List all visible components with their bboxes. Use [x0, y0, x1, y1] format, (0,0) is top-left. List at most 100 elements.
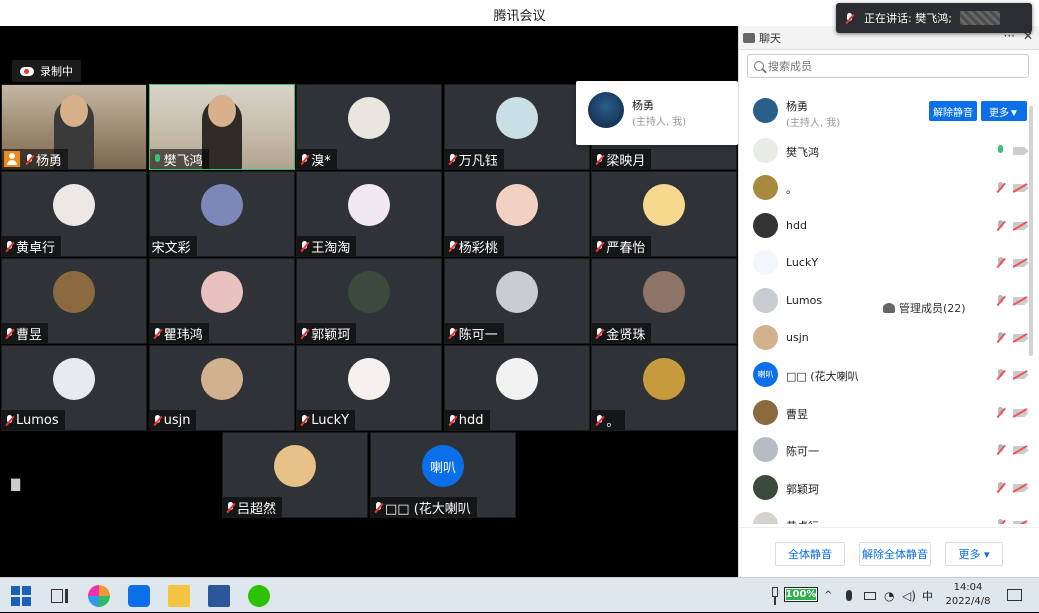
member-list-scrollbar[interactable] [1029, 106, 1033, 356]
host-avatar [588, 92, 624, 128]
microphone-icon[interactable] [846, 578, 856, 613]
member-row[interactable]: 黄卓行 [739, 506, 1033, 524]
task-view-icon[interactable] [48, 585, 70, 607]
member-row[interactable]: 郭颖珂 [739, 469, 1033, 506]
mic-muted-icon[interactable] [995, 256, 1005, 269]
more-button[interactable]: 更多 ▾ [945, 542, 1003, 566]
mic-muted-icon[interactable] [995, 331, 1005, 344]
file-explorer-icon[interactable] [168, 585, 190, 607]
participant-name: hdd [458, 412, 484, 428]
video-tile[interactable]: LuckY [296, 345, 443, 431]
camera-off-icon[interactable] [1013, 521, 1029, 524]
member-row[interactable]: 喇叭 □□ (花大喇叭 [739, 356, 1033, 393]
member-row[interactable]: 樊飞鸿 [739, 132, 1033, 169]
member-more-button[interactable]: 更多▼ [981, 101, 1027, 121]
video-tile[interactable]: 杨彩桃 [443, 171, 590, 257]
video-tile[interactable]: 万凡钰 [443, 84, 590, 170]
video-tile[interactable]: 溴* [296, 84, 443, 170]
mic-on-icon[interactable] [995, 144, 1005, 157]
mic-muted-icon[interactable] [995, 219, 1005, 232]
battery-indicator[interactable]: 100% [784, 587, 818, 602]
wechat-app-icon[interactable] [248, 585, 270, 607]
member-row[interactable]: 杨勇 (主持人, 我) 解除静音 更多▼ [739, 92, 1033, 132]
participant-name: usjn [163, 412, 191, 428]
video-tile[interactable]: usjn [148, 345, 295, 431]
video-tile[interactable]: 樊飞鸿 [148, 84, 295, 170]
video-tile[interactable]: 宋文彩 [148, 171, 295, 257]
video-tile[interactable]: 郭颖珂 [296, 258, 443, 344]
member-row[interactable]: 陈可一 [739, 431, 1033, 468]
camera-off-icon[interactable] [1013, 184, 1029, 193]
word-app-icon[interactable] [208, 585, 230, 607]
mic-muted-icon[interactable] [995, 518, 1005, 524]
camera-off-icon[interactable] [1013, 483, 1029, 492]
unmute-button[interactable]: 解除静音 [929, 101, 977, 121]
video-tile[interactable]: 吕超然 [222, 432, 368, 518]
video-tile[interactable]: 严春怡 [591, 171, 738, 257]
camera-off-icon[interactable] [1013, 296, 1029, 305]
tencent-meeting-app-icon[interactable] [128, 585, 150, 607]
member-row[interactable]: 曹昱 [739, 394, 1033, 431]
unmute-all-button[interactable]: 解除全体静音 [859, 542, 931, 566]
member-name: 黄卓行 [786, 518, 819, 524]
camera-off-icon[interactable] [1013, 334, 1029, 342]
mic-muted-icon[interactable] [995, 294, 1005, 307]
mic-muted-icon[interactable] [995, 406, 1005, 419]
participant-avatar [495, 271, 538, 313]
video-tile[interactable]: 。 [591, 345, 738, 431]
mic-muted-icon[interactable] [995, 443, 1005, 456]
camera-off-icon[interactable] [1013, 408, 1029, 417]
camera-off-icon[interactable] [1013, 221, 1029, 230]
mic-muted-icon[interactable] [995, 481, 1005, 494]
recording-label: 录制中 [40, 65, 73, 78]
camera-off-icon[interactable] [1013, 259, 1029, 268]
mute-all-button[interactable]: 全体静音 [775, 542, 845, 566]
speaker-icon[interactable]: ◁) [902, 578, 916, 613]
mic-muted-icon[interactable] [995, 181, 1005, 194]
clock[interactable]: 14:04 2022/4/8 [940, 581, 996, 609]
taskbar: 100% ^ ◔ ◁) 中 14:04 2022/4/8 [0, 577, 1039, 612]
mic-muted-icon [4, 414, 14, 427]
battery-tray-icon[interactable] [864, 578, 878, 613]
member-avatar [753, 512, 778, 524]
participant-name-tag: 宋文彩 [149, 236, 197, 256]
member-search[interactable] [747, 54, 1029, 78]
video-tile[interactable]: 王淘淘 [296, 171, 443, 257]
power-plug-icon[interactable] [770, 585, 780, 607]
participant-name: 瞿玮鸿 [163, 327, 203, 343]
search-icon [754, 61, 764, 71]
video-tile[interactable]: 金贤珠 [591, 258, 738, 344]
camera-off-icon[interactable] [1013, 147, 1029, 155]
video-tile[interactable]: 黄卓行 [1, 171, 147, 257]
ime-indicator[interactable]: 中 [922, 578, 936, 613]
video-tile[interactable]: hdd [443, 345, 590, 431]
member-row[interactable]: Lumos [739, 282, 1033, 319]
participant-avatar [643, 184, 686, 226]
member-avatar [753, 138, 778, 163]
video-tile[interactable]: 陈可一 [443, 258, 590, 344]
video-tile[interactable]: 曹昱 [1, 258, 147, 344]
search-input[interactable] [768, 59, 1008, 73]
mic-muted-icon[interactable] [995, 368, 1005, 381]
video-tile[interactable]: 杨勇 [1, 84, 147, 170]
browser-app-icon[interactable] [88, 585, 110, 607]
notification-icon[interactable] [1004, 585, 1026, 607]
mic-muted-icon [447, 414, 457, 427]
member-row[interactable]: hdd [739, 207, 1033, 244]
member-row[interactable]: LuckY [739, 244, 1033, 281]
wifi-icon[interactable]: ◔ [884, 578, 898, 613]
member-row[interactable]: usjn [739, 319, 1033, 356]
mic-muted-icon [594, 414, 604, 427]
camera-off-icon[interactable] [1013, 371, 1029, 380]
windows-start-icon[interactable] [10, 585, 32, 607]
participant-name-tag: 杨彩桃 [444, 236, 504, 256]
recording-badge[interactable]: 录制中 [12, 60, 81, 82]
member-row[interactable]: 。 [739, 169, 1033, 206]
tab-chat[interactable]: 聊天 [743, 26, 781, 50]
video-tile[interactable]: 瞿玮鸿 [148, 258, 295, 344]
camera-off-icon[interactable] [1013, 446, 1029, 455]
chevron-up-icon[interactable]: ^ [824, 578, 836, 613]
list-toggle-icon[interactable]: ▬ ▬ ▬ [10, 474, 21, 494]
video-tile[interactable]: Lumos [1, 345, 147, 431]
video-tile[interactable]: 喇叭 □□ (花大喇叭 [370, 432, 516, 518]
